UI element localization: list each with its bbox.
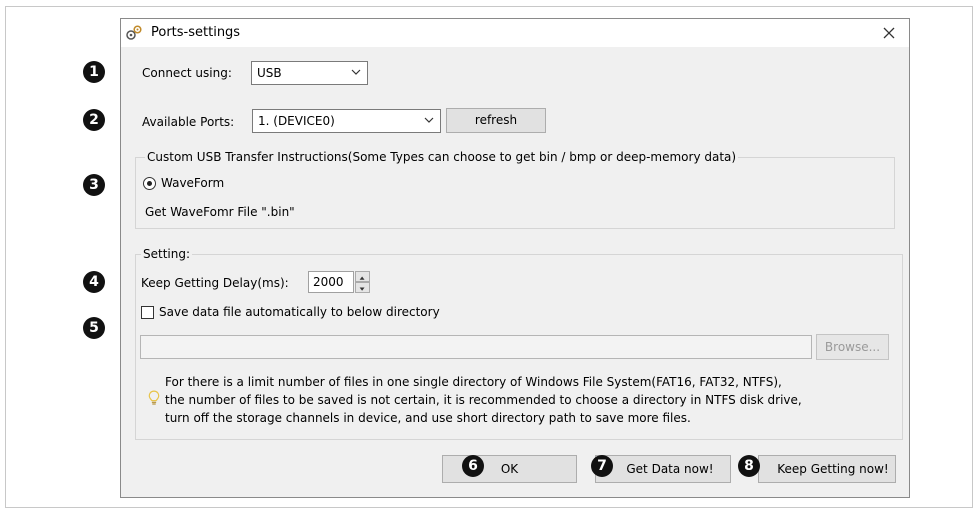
tip-line: For there is a limit number of files in …: [165, 375, 782, 389]
tip-line: turn off the storage channels in device,…: [165, 411, 691, 425]
gears-icon: [126, 25, 142, 40]
step-badge-2: 2: [83, 109, 105, 131]
delay-label: Keep Getting Delay(ms):: [141, 276, 289, 290]
browse-button-label: Browse...: [824, 340, 881, 354]
available-ports-select[interactable]: 1. (DEVICE0): [252, 109, 441, 133]
radio-selected-dot: [147, 181, 152, 186]
lightbulb-icon: [148, 390, 160, 405]
keep-getting-now-label: Keep Getting now!: [777, 462, 889, 476]
step-badge-7: 7: [591, 455, 613, 477]
step-badge-5: 5: [83, 317, 105, 339]
waveform-description: Get WaveFomr File ".bin": [145, 205, 295, 219]
tip-text: For there is a limit number of files in …: [165, 373, 901, 427]
get-data-now-label: Get Data now!: [626, 462, 714, 476]
step-badge-3: 3: [83, 174, 105, 196]
connect-using-select[interactable]: USB: [251, 61, 368, 85]
spinner-down-icon[interactable]: [355, 282, 370, 293]
waveform-radio-label: WaveForm: [161, 176, 225, 190]
delay-spinner[interactable]: [355, 271, 370, 293]
spinner-up-icon[interactable]: [355, 271, 370, 282]
browse-button[interactable]: Browse...: [816, 334, 889, 360]
chevron-down-icon: [424, 117, 434, 123]
save-auto-checkbox[interactable]: [141, 306, 154, 319]
step-badge-4: 4: [83, 271, 105, 293]
ports-settings-dialog: Ports-settings Connect using: USB Availa…: [120, 18, 910, 498]
title-bar: Ports-settings: [121, 19, 909, 47]
delay-input[interactable]: 2000: [308, 271, 354, 293]
available-ports-value: 1. (DEVICE0): [258, 114, 335, 128]
dialog-title: Ports-settings: [151, 25, 241, 40]
save-auto-label: Save data file automatically to below di…: [159, 305, 440, 319]
step-badge-8: 8: [738, 455, 760, 477]
step-badge-1: 1: [83, 61, 105, 83]
connect-using-label: Connect using:: [142, 66, 232, 80]
directory-input[interactable]: [140, 335, 812, 359]
step-badge-6: 6: [462, 455, 484, 477]
refresh-button-label: refresh: [474, 113, 518, 127]
get-data-now-button[interactable]: Get Data now!: [595, 455, 731, 483]
custom-usb-group-title: Custom USB Transfer Instructions(Some Ty…: [145, 150, 739, 164]
delay-value: 2000: [313, 275, 344, 289]
waveform-radio[interactable]: [143, 177, 156, 190]
chevron-down-icon: [351, 69, 361, 75]
setting-group-title: Setting:: [141, 247, 193, 261]
refresh-button[interactable]: refresh: [446, 108, 546, 133]
tip-line: the number of files to be saved is not c…: [165, 393, 802, 407]
available-ports-label: Available Ports:: [142, 115, 235, 129]
connect-using-value: USB: [257, 66, 282, 80]
keep-getting-now-button[interactable]: Keep Getting now!: [758, 455, 896, 483]
ok-button-label: OK: [500, 462, 519, 476]
close-icon[interactable]: [877, 21, 901, 45]
